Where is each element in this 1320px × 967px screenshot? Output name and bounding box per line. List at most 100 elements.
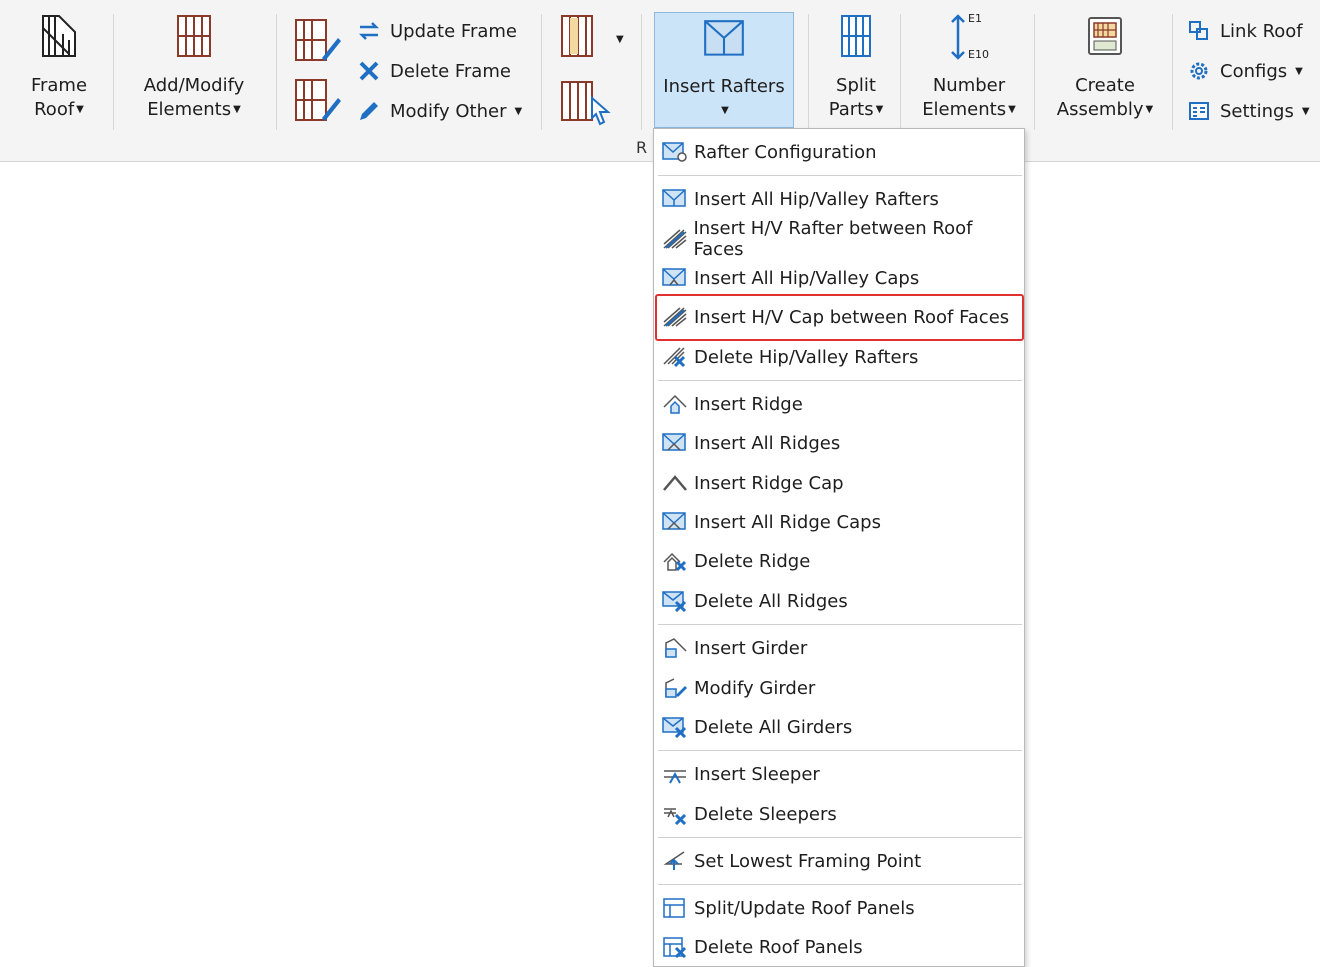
menu-item-label: Set Lowest Framing Point <box>694 850 922 872</box>
menu-item-label: Delete All Ridges <box>694 590 848 612</box>
sync-arrows-icon <box>356 18 382 44</box>
menu-item-label: Insert All Ridge Caps <box>694 511 881 533</box>
menu-item-label: Modify Girder <box>694 677 816 699</box>
chevron-down-icon: ▼ <box>233 104 241 115</box>
rafter-icon <box>704 20 744 56</box>
split-parts-line1: Split <box>836 75 876 96</box>
menu-item-insert-girder[interactable]: Insert Girder <box>658 630 1022 666</box>
menu-item-insert-sleeper[interactable]: Insert Sleeper <box>658 756 1022 792</box>
menu-item-split-update-roof-panels[interactable]: Split/Update Roof Panels <box>658 890 1022 926</box>
delete-x-icon <box>356 58 382 84</box>
delete-frame-button[interactable]: Delete Frame <box>356 56 511 86</box>
insert-rafters-menu: Rafter Configuration Insert All Hip/Vall… <box>653 128 1025 967</box>
ridge-cap-icon <box>660 469 690 497</box>
menu-separator <box>658 380 1022 381</box>
frame-roof-label: Frame Roof ▼ <box>14 74 104 122</box>
pencil-icon <box>356 98 382 124</box>
modify-frame-large-icon[interactable] <box>292 78 342 124</box>
settings-button[interactable]: Settings ▼ <box>1186 96 1310 126</box>
menu-item-label: Insert Girder <box>694 637 808 659</box>
select-wall-icon[interactable] <box>556 78 612 126</box>
chevron-down-icon: ▼ <box>1145 104 1154 115</box>
menu-item-label: Insert All Ridges <box>694 432 841 454</box>
menu-item-insert-ridge-cap[interactable]: Insert Ridge Cap <box>658 465 1022 501</box>
link-roof-label: Link Roof <box>1220 20 1303 42</box>
split-parts-button[interactable]: Split Parts ▼ <box>816 8 896 128</box>
insert-rafters-label: Insert Rafters ▼ <box>655 75 793 123</box>
menu-item-delete-roof-panels[interactable]: Delete Roof Panels <box>658 929 1022 965</box>
menu-separator <box>658 750 1022 751</box>
frame-roof-icon <box>42 15 76 57</box>
chevron-down-icon[interactable]: ▼ <box>616 34 624 45</box>
hip-valley-caps-icon <box>660 264 690 292</box>
ribbon-separator <box>641 14 642 130</box>
number-elements-line2: Elements <box>922 99 1007 120</box>
frame-roof-button[interactable]: Frame Roof ▼ <box>14 8 104 128</box>
create-assembly-button[interactable]: Create Assembly ▼ <box>1044 8 1166 128</box>
wall-frame-icon <box>177 15 211 57</box>
menu-item-insert-all-hip-valley-rafters[interactable]: Insert All Hip/Valley Rafters <box>658 181 1022 217</box>
delete-frame-label: Delete Frame <box>390 60 511 82</box>
update-frame-button[interactable]: Update Frame <box>356 16 517 46</box>
menu-item-delete-hip-valley-rafters[interactable]: Delete Hip/Valley Rafters <box>658 339 1022 375</box>
number-elements-button[interactable]: E1 E10 Number Elements ▼ <box>914 8 1024 128</box>
menu-separator <box>658 624 1022 625</box>
menu-item-insert-ridge[interactable]: Insert Ridge <box>658 386 1022 422</box>
menu-item-label: Insert Ridge Cap <box>694 472 844 494</box>
menu-item-modify-girder[interactable]: Modify Girder <box>658 670 1022 706</box>
menu-item-insert-all-hip-valley-caps[interactable]: Insert All Hip/Valley Caps <box>658 260 1022 296</box>
delete-sleepers-icon <box>660 800 690 828</box>
chevron-down-icon: ▼ <box>721 105 729 116</box>
add-modify-label: Add/Modify Elements ▼ <box>124 74 264 122</box>
menu-separator <box>658 884 1022 885</box>
add-modify-line2: Elements <box>147 99 232 120</box>
insert-sleeper-icon <box>660 760 690 788</box>
insert-all-ridges-icon <box>660 429 690 457</box>
link-roof-button[interactable]: Link Roof <box>1186 16 1303 46</box>
menu-item-insert-all-ridge-caps[interactable]: Insert All Ridge Caps <box>658 504 1022 540</box>
link-icon <box>1186 18 1212 44</box>
settings-icon <box>1186 98 1212 124</box>
number-elements-line1: Number <box>932 75 1006 96</box>
modify-other-label: Modify Other <box>390 100 507 122</box>
chevron-down-icon: ▼ <box>1301 105 1310 117</box>
frame-roof-line2: Roof <box>34 99 75 120</box>
number-icon-bottom: E10 <box>968 48 989 61</box>
create-assembly-line2: Assembly <box>1056 99 1144 120</box>
menu-item-label: Insert All Hip/Valley Caps <box>694 267 920 289</box>
insert-girder-icon <box>660 634 690 662</box>
all-ridge-caps-icon <box>660 508 690 536</box>
hv-rafter-faces-icon <box>660 225 689 253</box>
chevron-down-icon: ▼ <box>76 104 84 115</box>
menu-item-delete-sleepers[interactable]: Delete Sleepers <box>658 796 1022 832</box>
delete-all-ridges-icon <box>660 587 690 615</box>
split-parts-icon <box>841 15 871 57</box>
menu-item-delete-all-girders[interactable]: Delete All Girders <box>658 709 1022 745</box>
menu-item-insert-all-ridges[interactable]: Insert All Ridges <box>658 425 1022 461</box>
menu-item-delete-all-ridges[interactable]: Delete All Ridges <box>658 583 1022 619</box>
menu-item-delete-ridge[interactable]: Delete Ridge <box>658 543 1022 579</box>
menu-item-label: Insert All Hip/Valley Rafters <box>694 188 939 210</box>
assembly-icon <box>1088 17 1122 55</box>
update-frame-label: Update Frame <box>390 20 517 42</box>
menu-item-label: Delete Sleepers <box>694 803 837 825</box>
update-frame-large-icon[interactable] <box>292 18 342 64</box>
menu-item-label: Insert Ridge <box>694 393 803 415</box>
chevron-down-icon: ▼ <box>1295 65 1303 77</box>
configs-button[interactable]: Configs ▼ <box>1186 56 1303 86</box>
menu-item-rafter-configuration[interactable]: Rafter Configuration <box>658 134 1022 170</box>
settings-label: Settings <box>1220 100 1294 122</box>
frame-roof-line1: Frame <box>30 75 88 96</box>
add-modify-elements-button[interactable]: Add/Modify Elements ▼ <box>124 8 264 128</box>
menu-item-insert-hv-rafter-between-roof-faces[interactable]: Insert H/V Rafter between Roof Faces <box>658 218 1022 260</box>
rafter-config-icon <box>660 138 690 166</box>
wall-elements-icon[interactable] <box>556 14 606 60</box>
menu-item-set-lowest-framing-point[interactable]: Set Lowest Framing Point <box>658 843 1022 879</box>
number-icon: E1 E10 <box>946 12 996 66</box>
menu-separator <box>658 837 1022 838</box>
insert-rafters-button[interactable]: Insert Rafters ▼ <box>654 12 794 128</box>
ribbon-separator <box>808 14 809 130</box>
split-parts-line2: Parts <box>828 99 874 120</box>
menu-item-label: Insert Sleeper <box>694 763 820 785</box>
modify-other-button[interactable]: Modify Other ▼ <box>356 96 522 126</box>
